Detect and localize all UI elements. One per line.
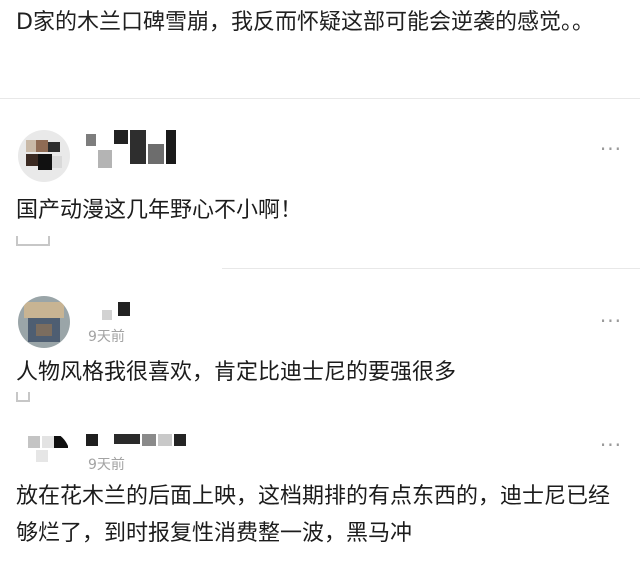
comment-time: 9天前 <box>88 329 125 345</box>
comment-text: 人物风格我很喜欢，肯定比迪士尼的要强很多 <box>16 360 457 385</box>
post-text: D家的木兰口碑雪崩，我反而怀疑这部可能会逆袭的感觉。。 <box>16 10 594 35</box>
avatar[interactable] <box>18 430 70 482</box>
divider <box>222 268 640 269</box>
reply-indicator-icon <box>16 392 30 402</box>
avatar[interactable] <box>18 130 70 182</box>
more-options-icon[interactable]: ··· <box>600 139 622 159</box>
comment-page: D家的木兰口碑雪崩，我反而怀疑这部可能会逆袭的感觉。。 ··· 国产动漫这几年野… <box>0 0 640 562</box>
comment-time: 9天前 <box>88 457 125 473</box>
username-redacted[interactable] <box>86 302 130 326</box>
comment-text: 放在花木兰的后面上映，这档期排的有点东西的，迪士尼已经够烂了，到时报复性消费整一… <box>16 484 611 546</box>
divider <box>0 98 640 99</box>
reply-indicator-icon <box>16 236 50 246</box>
comment-text: 国产动漫这几年野心不小啊！ <box>16 198 303 223</box>
comment-item: 9天前 ··· 人物风格我很喜欢，肯定比迪士尼的要强很多 <box>0 292 640 412</box>
comment-item: 9天前 ··· 放在花木兰的后面上映，这档期排的有点东西的，迪士尼已经够烂了，到… <box>0 420 640 562</box>
more-options-icon[interactable]: ··· <box>600 311 622 331</box>
username-redacted[interactable] <box>86 130 176 168</box>
comment-item: ··· 国产动漫这几年野心不小啊！ <box>0 120 640 270</box>
more-options-icon[interactable]: ··· <box>600 435 622 455</box>
avatar[interactable] <box>18 296 70 348</box>
